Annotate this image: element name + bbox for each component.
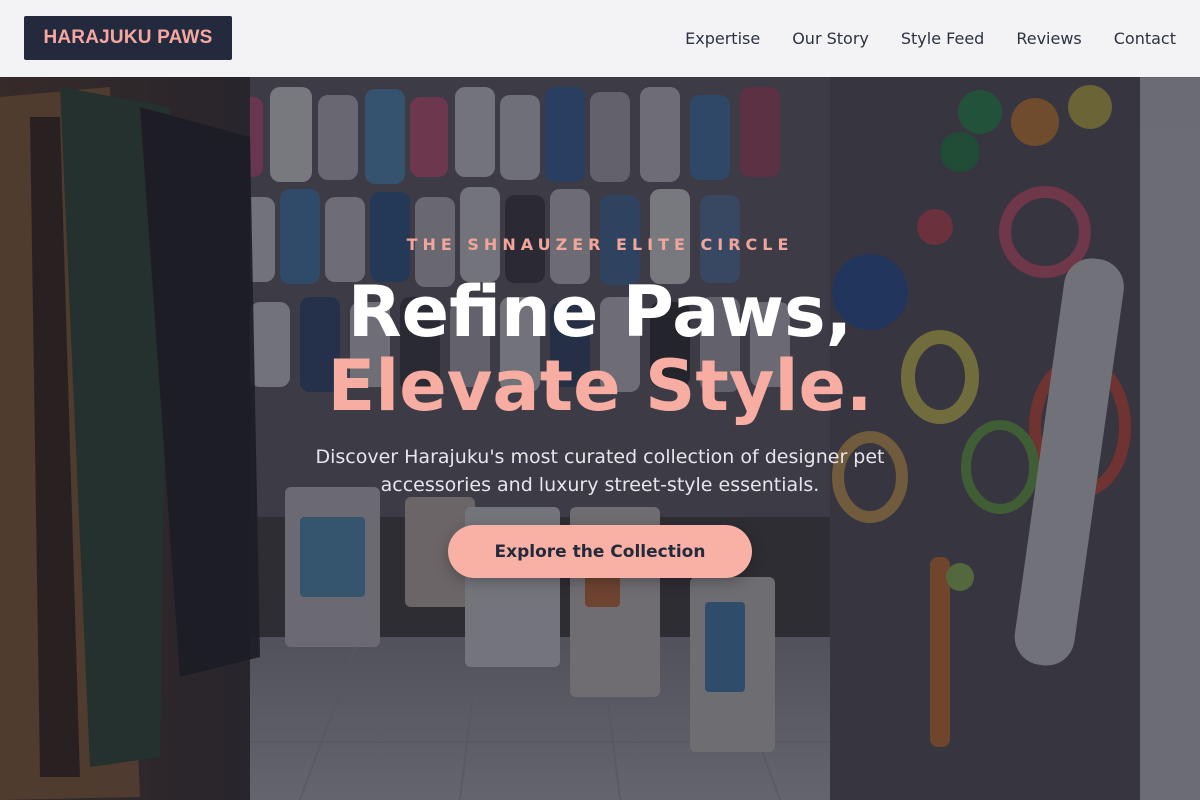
hero-content: THE SHNAUZER ELITE CIRCLE Refine Paws, E…: [0, 77, 1200, 800]
hero-eyebrow: THE SHNAUZER ELITE CIRCLE: [406, 235, 794, 254]
site-header: HARAJUKU PAWS Expertise Our Story Style …: [0, 0, 1200, 77]
nav-link-contact[interactable]: Contact: [1114, 29, 1176, 48]
hero-headline-line-1: Refine Paws,: [347, 271, 853, 353]
explore-collection-button[interactable]: Explore the Collection: [448, 525, 752, 578]
nav-link-expertise[interactable]: Expertise: [685, 29, 760, 48]
hero-headline-line-2: Elevate Style.: [327, 345, 873, 427]
nav-link-reviews[interactable]: Reviews: [1016, 29, 1081, 48]
logo[interactable]: HARAJUKU PAWS: [24, 16, 232, 60]
hero-subtext: Discover Harajuku's most curated collect…: [315, 446, 885, 496]
main-nav: Expertise Our Story Style Feed Reviews C…: [685, 0, 1176, 77]
nav-link-our-story[interactable]: Our Story: [792, 29, 869, 48]
nav-link-style-feed[interactable]: Style Feed: [901, 29, 984, 48]
hero-section: THE SHNAUZER ELITE CIRCLE Refine Paws, E…: [0, 77, 1200, 800]
